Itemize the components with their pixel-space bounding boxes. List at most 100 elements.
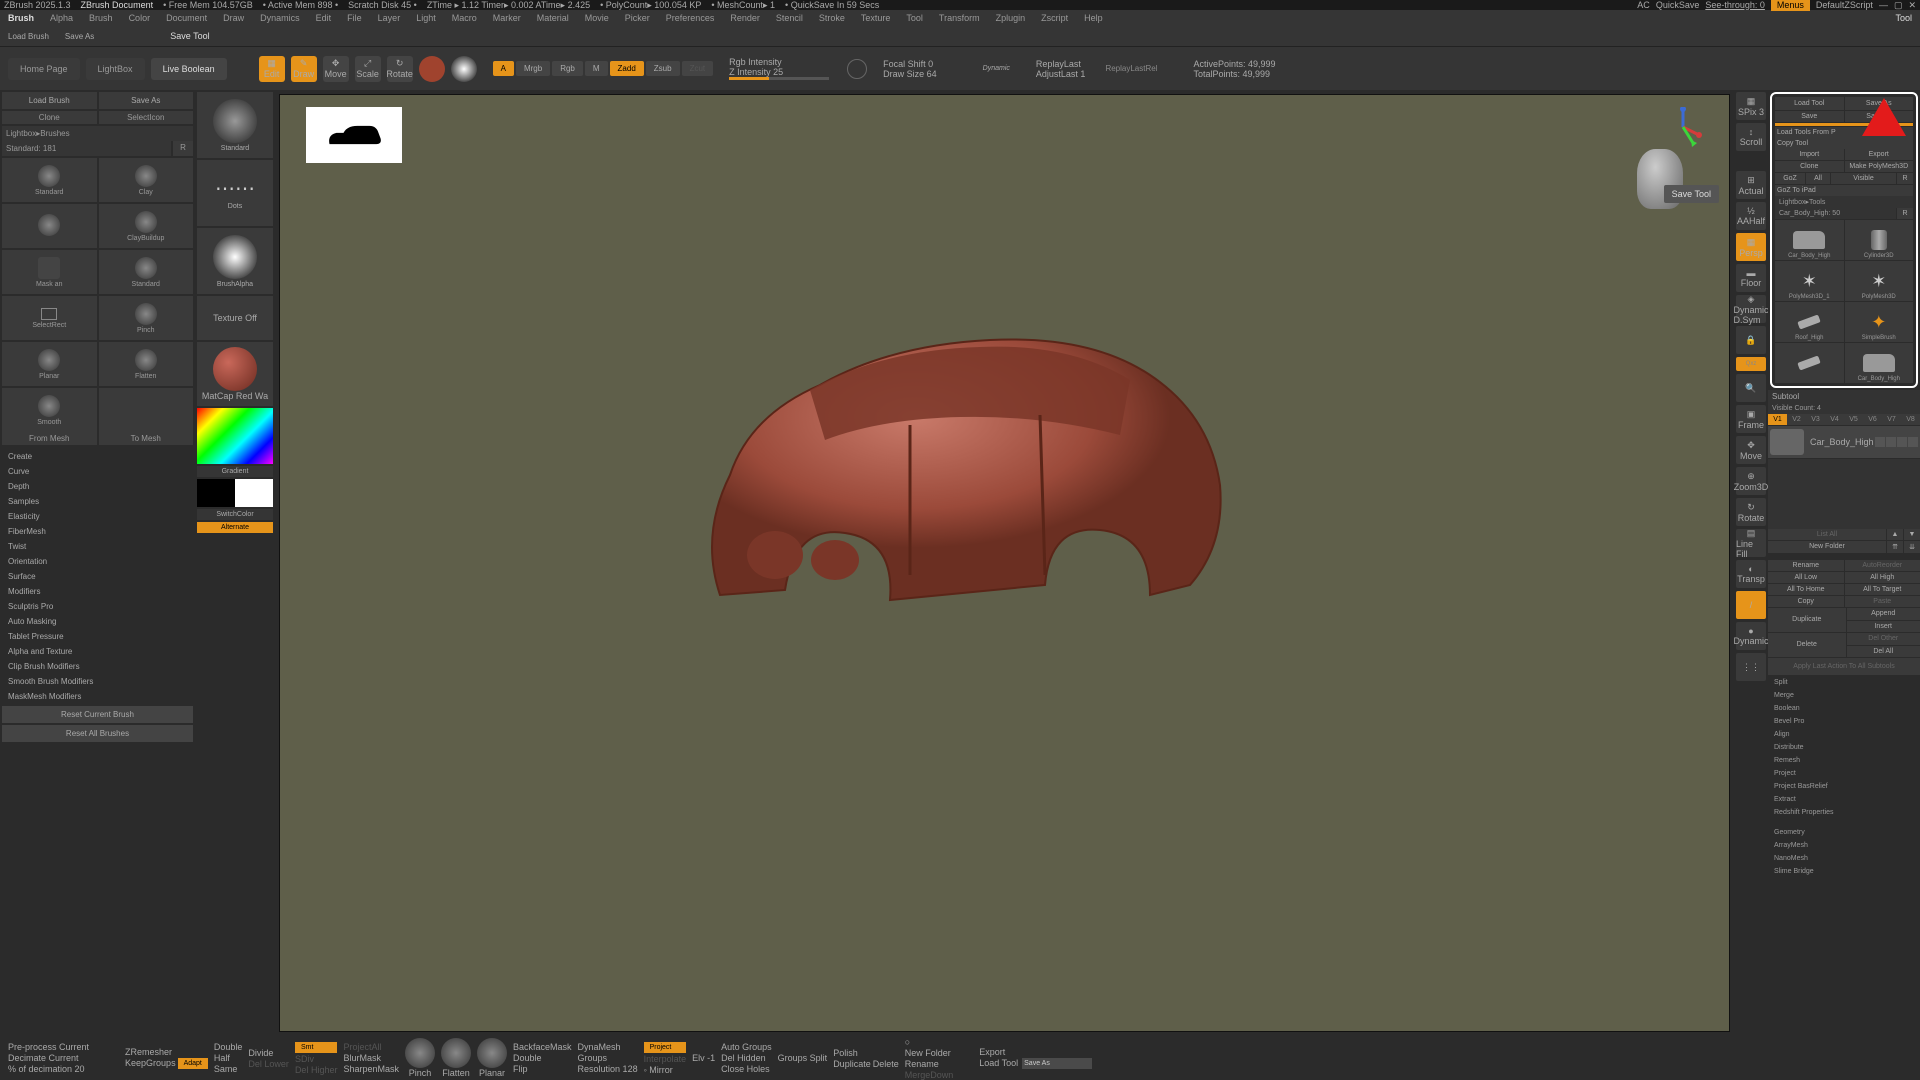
brush-12[interactable] xyxy=(99,388,194,432)
current-alpha[interactable]: BrushAlpha xyxy=(197,228,273,294)
blurmask-button[interactable]: BlurMask xyxy=(343,1053,399,1063)
flatten-brush-icon[interactable] xyxy=(441,1038,471,1068)
li-clipbrush[interactable]: Clip Brush Modifiers xyxy=(2,659,193,674)
draw-size-label[interactable]: Draw Size 64 xyxy=(883,69,937,79)
menu-stroke[interactable]: Stroke xyxy=(811,13,853,23)
subtool-header[interactable]: Subtool xyxy=(1768,390,1920,403)
tool-roof[interactable]: Roof_High xyxy=(1775,302,1844,342)
bb-mergedown[interactable]: MergeDown xyxy=(905,1070,954,1080)
same-button[interactable]: Same xyxy=(214,1064,243,1074)
li-fibermesh[interactable]: FiberMesh xyxy=(2,524,193,539)
subtool-copy[interactable]: Copy xyxy=(1768,596,1844,607)
all-target-button[interactable]: All To Target xyxy=(1845,584,1920,595)
op-remesh[interactable]: Remesh xyxy=(1768,754,1920,767)
tool-save-button[interactable]: Save xyxy=(1775,111,1844,122)
bw-swatches[interactable] xyxy=(197,479,273,507)
brush-mode-button[interactable]: / xyxy=(1736,591,1766,619)
geom-arraymesh[interactable]: ArrayMesh xyxy=(1768,839,1920,852)
all-low-button[interactable]: All Low xyxy=(1768,572,1844,583)
preprocess-button[interactable]: Pre-process Current xyxy=(8,1042,89,1052)
li-tablet[interactable]: Tablet Pressure xyxy=(2,629,193,644)
li-alphatex[interactable]: Alpha and Texture xyxy=(2,644,193,659)
brush-standard2[interactable]: Standard xyxy=(99,250,194,294)
subtool-list-empty[interactable] xyxy=(1768,459,1920,529)
texture-off[interactable]: Texture Off xyxy=(197,296,273,340)
menu-preferences[interactable]: Preferences xyxy=(658,13,723,23)
projectall-button[interactable]: ProjectAll xyxy=(343,1042,399,1052)
li-surface[interactable]: Surface xyxy=(2,569,193,584)
menu-macro[interactable]: Macro xyxy=(444,13,485,23)
elv-slider[interactable]: Elv -1 xyxy=(692,1053,715,1063)
move-tool[interactable]: ✥Move xyxy=(1736,436,1766,464)
solo-button[interactable]: ⋮⋮ xyxy=(1736,653,1766,681)
vtab-7[interactable]: V7 xyxy=(1882,414,1901,425)
lightbox-tools[interactable]: Lightbox▸Tools xyxy=(1775,196,1913,208)
del-other-button[interactable]: Del Other xyxy=(1847,633,1920,645)
mode-zadd[interactable]: Zadd xyxy=(610,61,644,76)
op-align[interactable]: Align xyxy=(1768,728,1920,741)
op-distribute[interactable]: Distribute xyxy=(1768,741,1920,754)
bb-newfolder[interactable]: New Folder xyxy=(905,1048,954,1058)
delhigher-button[interactable]: Del Higher xyxy=(295,1065,338,1075)
from-mesh-button[interactable]: From Mesh xyxy=(2,432,97,445)
adapt-button[interactable]: Adapt xyxy=(178,1058,208,1069)
focal-circle[interactable] xyxy=(847,59,867,79)
floor-button[interactable]: ▬Floor xyxy=(1736,264,1766,292)
zoom3d-button[interactable]: ⊕Zoom3D xyxy=(1736,467,1766,495)
brush-pinch[interactable]: Pinch xyxy=(99,296,194,340)
tool-simplebrush[interactable]: ✦SimpleBrush xyxy=(1845,302,1914,342)
tool-7[interactable] xyxy=(1775,343,1844,383)
bb-duplicate[interactable]: Duplicate xyxy=(833,1059,871,1069)
save-as-top[interactable]: Save As xyxy=(57,32,102,41)
goz-all[interactable]: All xyxy=(1806,173,1830,184)
menu-transform[interactable]: Transform xyxy=(931,13,988,23)
duplicate-button[interactable]: Duplicate xyxy=(1768,608,1846,632)
tool-r[interactable]: R xyxy=(1897,208,1913,219)
lock-button[interactable]: 🔒 xyxy=(1736,326,1766,354)
gradient-swatch[interactable] xyxy=(451,56,477,82)
op-boolean[interactable]: Boolean xyxy=(1768,702,1920,715)
menu-texture[interactable]: Texture xyxy=(853,13,899,23)
switch-color[interactable]: SwitchColor xyxy=(197,509,273,520)
replay-rel[interactable]: ReplayLastRel xyxy=(1105,64,1157,73)
mode-mrgb[interactable]: Mrgb xyxy=(516,61,550,76)
subtool-paste[interactable]: Paste xyxy=(1845,596,1920,607)
vtab-2[interactable]: V2 xyxy=(1787,414,1806,425)
geom-geometry[interactable]: Geometry xyxy=(1768,826,1920,839)
menu-movie[interactable]: Movie xyxy=(577,13,617,23)
append-button[interactable]: Append xyxy=(1847,608,1920,620)
geom-nanomesh[interactable]: NanoMesh xyxy=(1768,852,1920,865)
maximize-icon[interactable]: ▢ xyxy=(1894,0,1903,11)
li-elasticity[interactable]: Elasticity xyxy=(2,509,193,524)
draw-button[interactable]: ✎Draw xyxy=(291,56,317,82)
brush-selectrect[interactable]: SelectRect xyxy=(2,296,97,340)
op-split[interactable]: Split xyxy=(1768,676,1920,689)
decimation-pct[interactable]: % of decimation 20 xyxy=(8,1064,89,1074)
apply-last-button[interactable]: Apply Last Action To All Subtools xyxy=(1768,658,1920,675)
spix-button[interactable]: ▦SPix 3 xyxy=(1736,92,1766,120)
persp-button[interactable]: ▦Persp xyxy=(1736,233,1766,261)
half-button[interactable]: Half xyxy=(214,1053,243,1063)
clone-button[interactable]: Clone xyxy=(2,111,97,124)
brush-3[interactable] xyxy=(2,204,97,248)
bb-delete[interactable]: Delete xyxy=(873,1059,899,1069)
brush-planar[interactable]: Planar xyxy=(2,342,97,386)
brush-saveas-button[interactable]: Save As xyxy=(99,92,194,109)
brush-standard[interactable]: Standard xyxy=(2,158,97,202)
scroll-button[interactable]: ↕Scroll xyxy=(1736,123,1766,151)
select-icon-button[interactable]: SelectIcon xyxy=(99,111,194,124)
menu-dynamics[interactable]: Dynamics xyxy=(252,13,308,23)
menu-stencil[interactable]: Stencil xyxy=(768,13,811,23)
vtab-1[interactable]: V1 xyxy=(1768,414,1787,425)
brush-flatten[interactable]: Flatten xyxy=(99,342,194,386)
dynamesh-button[interactable]: DynaMesh xyxy=(578,1042,638,1052)
menu-document[interactable]: Document xyxy=(158,13,215,23)
close-icon[interactable]: ✕ xyxy=(1908,0,1916,11)
adjust-last[interactable]: AdjustLast 1 xyxy=(1036,69,1086,79)
frame-button[interactable]: ▣Frame xyxy=(1736,405,1766,433)
vtab-8[interactable]: V8 xyxy=(1901,414,1920,425)
flip-button[interactable]: Flip xyxy=(513,1064,572,1074)
transp-button[interactable]: ◐Transp xyxy=(1736,560,1766,588)
move-button[interactable]: ✥Move xyxy=(323,56,349,82)
goz-visible[interactable]: Visible xyxy=(1831,173,1896,184)
